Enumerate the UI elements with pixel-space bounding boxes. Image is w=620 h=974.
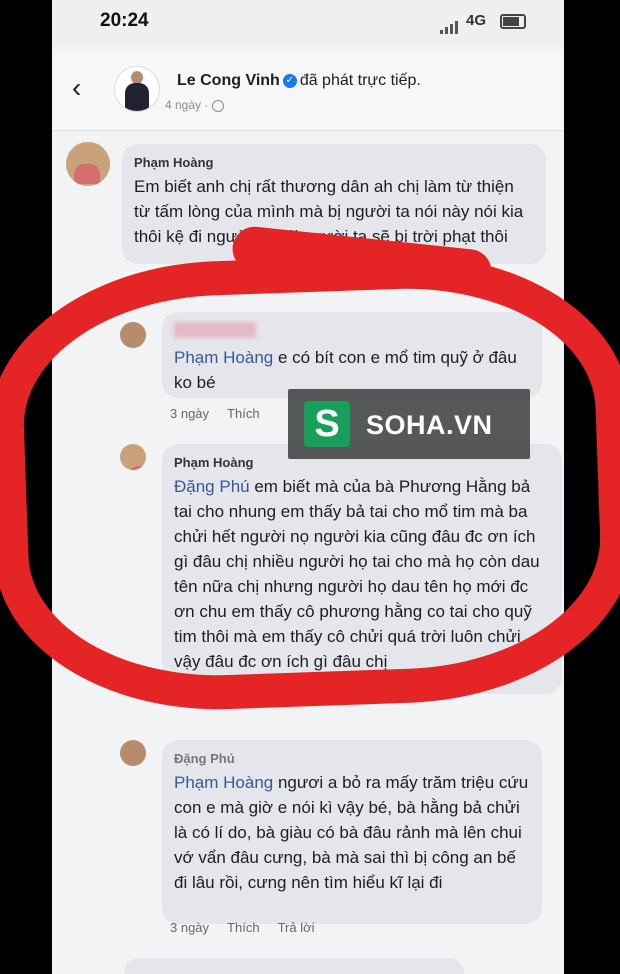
soha-logo-icon: S: [304, 401, 350, 447]
reply-bubble: Đặng Phú Phạm Hoàng ngươi a bỏ ra mấy tr…: [162, 740, 542, 924]
comment-author[interactable]: Phạm Hoàng: [134, 154, 534, 172]
reply-time: 3 ngày: [170, 920, 210, 935]
status-time: 20:24: [100, 10, 149, 31]
post-age: 4 ngày ·: [165, 98, 209, 112]
status-bar: 20:24 4G: [52, 0, 564, 44]
commenter-avatar[interactable]: [66, 142, 110, 186]
author-name[interactable]: Le Cong Vinh: [177, 72, 280, 89]
verified-badge-icon: ✓: [282, 73, 297, 88]
post-meta: 4 ngày ·: [165, 98, 225, 112]
reply-actions: 3 ngày Thích Trả lời: [170, 920, 333, 935]
back-arrow-icon[interactable]: ‹: [72, 72, 81, 104]
red-annotation-circle: [0, 246, 620, 718]
globe-icon: [212, 99, 225, 112]
author-avatar[interactable]: [114, 66, 160, 112]
post-action: đã phát trực tiếp.: [299, 72, 421, 89]
watermark-text: SOHA.VN: [366, 410, 493, 440]
reply-author[interactable]: Đặng Phú: [174, 750, 530, 768]
post-title: Le Cong Vinh ✓ đã phát trực tiếp.: [177, 72, 421, 90]
reply-avatar[interactable]: [120, 740, 146, 766]
soha-watermark: S SOHA.VN: [288, 389, 530, 459]
reply-text: Phạm Hoàng ngươi a bỏ ra mấy trăm triệu …: [174, 773, 529, 892]
reply-button[interactable]: Trả lời: [278, 920, 315, 935]
battery-icon: [500, 14, 526, 29]
comment-input[interactable]: [124, 958, 464, 974]
post-header: ‹ Le Cong Vinh ✓ đã phát trực tiếp. 4 ngày…: [52, 52, 564, 131]
like-button[interactable]: Thích: [227, 920, 260, 935]
network-label: 4G: [466, 12, 487, 29]
signal-icon: [440, 16, 460, 34]
mention-link[interactable]: Phạm Hoàng: [174, 773, 273, 792]
